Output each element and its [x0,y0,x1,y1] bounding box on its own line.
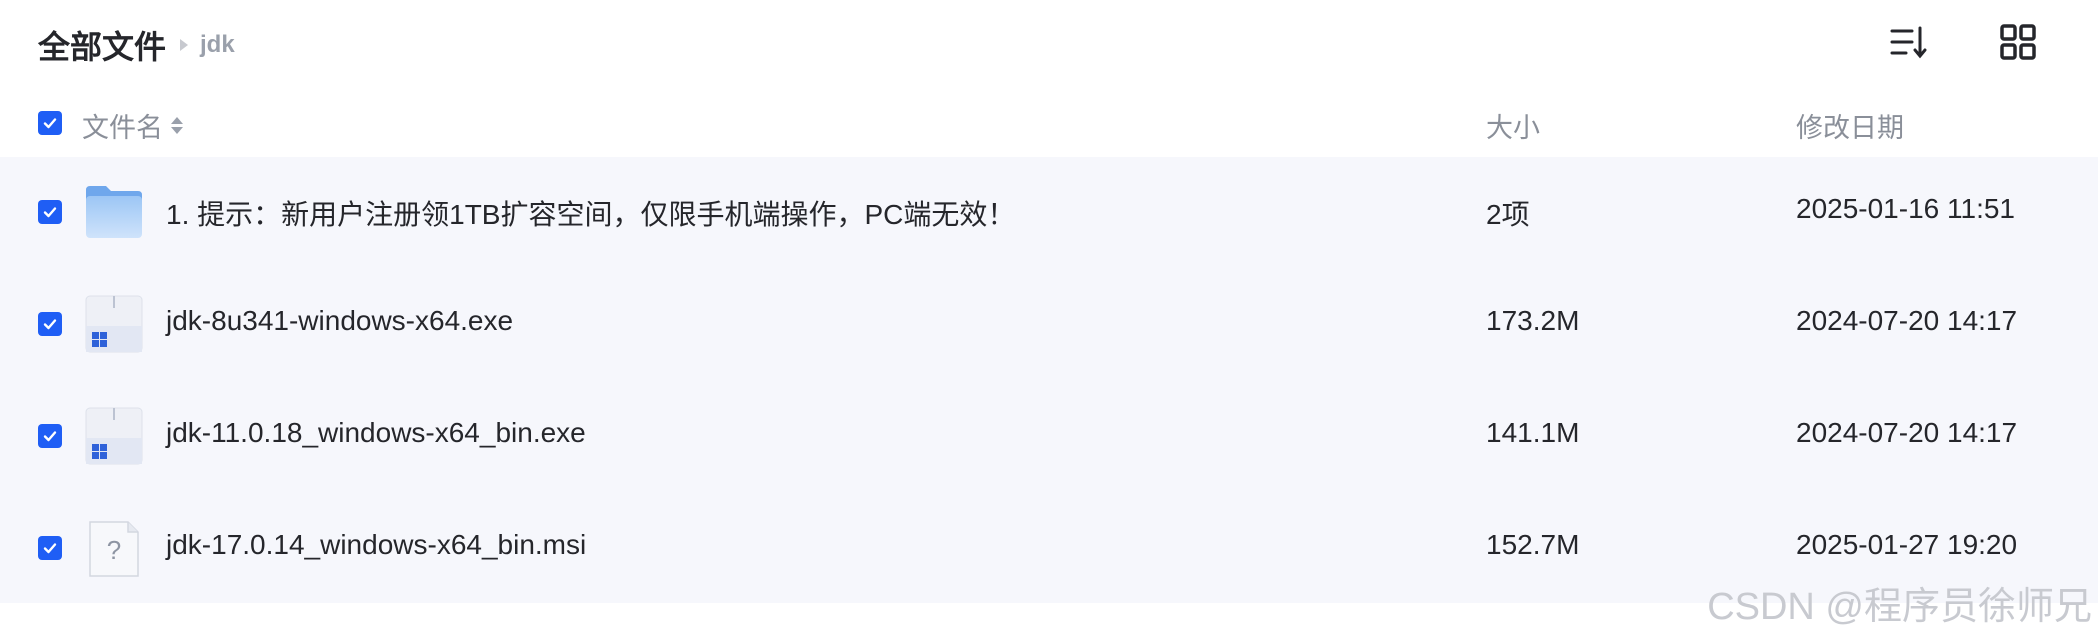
checkmark-icon [43,118,57,129]
select-all-checkbox[interactable] [38,111,62,135]
file-name[interactable]: jdk-8u341-windows-x64.exe [166,305,513,337]
breadcrumb-separator-icon [180,39,189,51]
file-date: 2025-01-27 19:20 [1796,529,2018,560]
file-size: 173.2M [1486,305,1580,336]
table-row[interactable]: 1. 提示：新用户注册领1TB扩容空间，仅限手机端操作，PC端无效！ 2项 20… [0,157,2098,267]
table-row[interactable]: jdk-11.0.18_windows-x64_bin.exe 141.1M 2… [0,381,2098,491]
folder-icon [86,186,142,238]
column-header-date: 修改日期 [1796,113,1904,143]
column-header-name-label: 文件名 [82,113,163,143]
checkmark-icon [43,319,57,330]
sort-list-button[interactable] [1888,22,1928,62]
breadcrumb-root[interactable]: 全部文件 [38,22,166,68]
windows-exe-icon [85,295,143,353]
svg-text:?: ? [107,535,121,565]
row-checkbox[interactable] [38,536,62,560]
file-date: 2025-01-16 11:51 [1796,193,2015,224]
file-name[interactable]: jdk-17.0.14_windows-x64_bin.msi [166,529,586,561]
table-row[interactable]: jdk-8u341-windows-x64.exe 173.2M 2024-07… [0,269,2098,379]
grid-view-icon [2000,24,2036,60]
file-date: 2024-07-20 14:17 [1796,305,2018,336]
grid-view-button[interactable] [1998,22,2038,62]
checkmark-icon [43,431,57,442]
checkmark-icon [43,543,57,554]
row-checkbox[interactable] [38,312,62,336]
watermark: CSDN @程序员徐师兄 [1707,586,2092,628]
file-list: 1. 提示：新用户注册领1TB扩容空间，仅限手机端操作，PC端无效！ 2项 20… [0,157,2098,603]
unknown-file-icon: ? [89,521,139,577]
breadcrumb-current: jdk [200,31,235,58]
file-size: 152.7M [1486,529,1580,560]
column-header-name[interactable]: 文件名 [82,106,183,145]
column-header-size: 大小 [1486,113,1540,143]
breadcrumb: 全部文件 jdk [38,20,235,70]
row-checkbox[interactable] [38,424,62,448]
table-header: 文件名 大小 修改日期 [0,98,2098,150]
row-checkbox[interactable] [38,200,62,224]
file-name[interactable]: 1. 提示：新用户注册领1TB扩容空间，仅限手机端操作，PC端无效！ [166,193,1015,233]
checkmark-icon [43,207,57,218]
windows-exe-icon [85,407,143,465]
file-size: 2项 [1486,199,1530,230]
sort-list-icon [1890,26,1927,59]
file-date: 2024-07-20 14:17 [1796,417,2018,448]
sort-caret-icon[interactable] [171,117,183,134]
file-name[interactable]: jdk-11.0.18_windows-x64_bin.exe [166,417,586,449]
view-toolbar [1888,22,2038,62]
file-size: 141.1M [1486,417,1580,448]
